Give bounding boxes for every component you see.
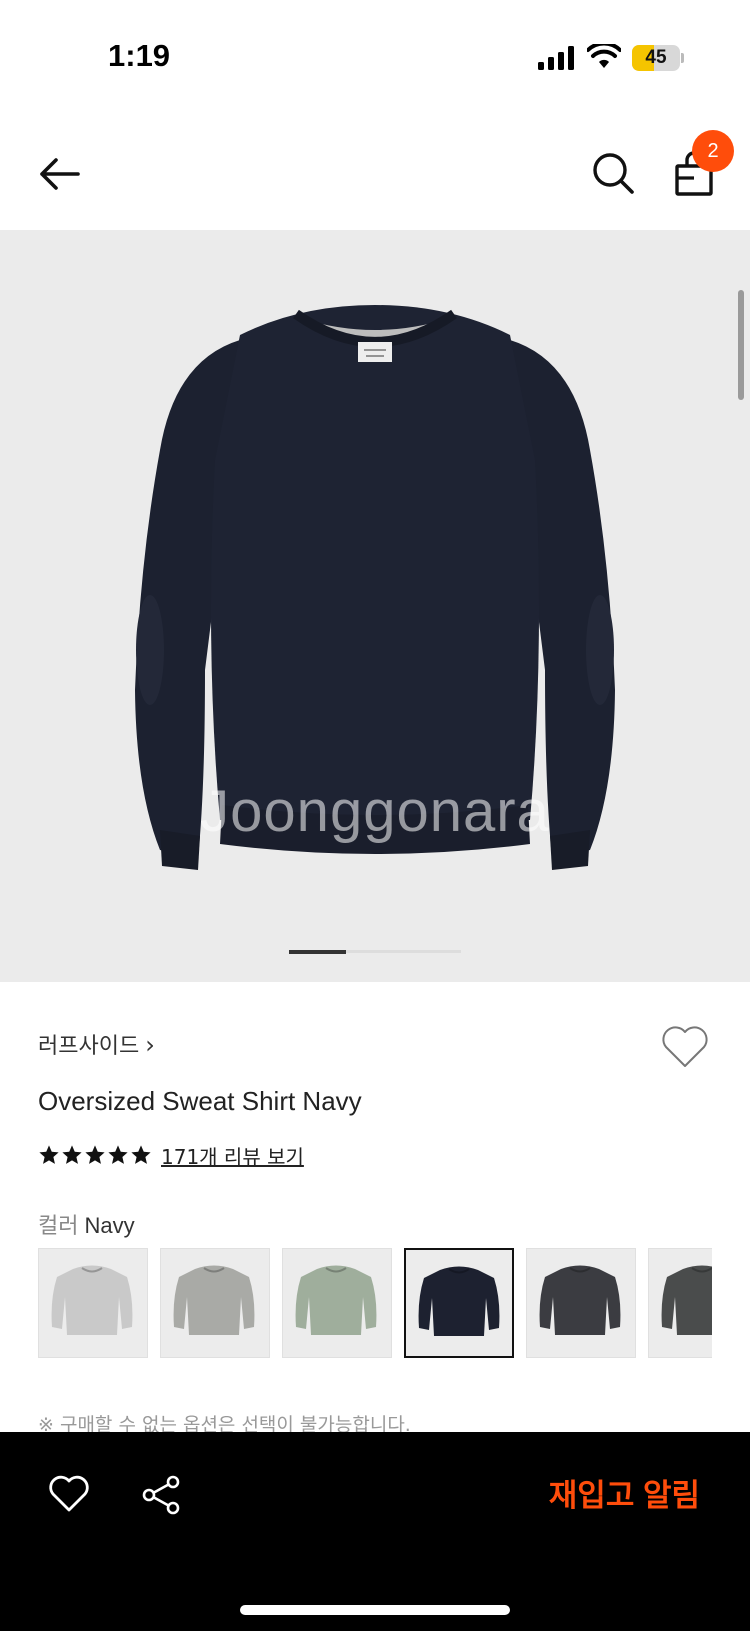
heart-outline-icon[interactable] xyxy=(660,1024,710,1070)
color-swatch[interactable] xyxy=(648,1248,712,1358)
product-title: Oversized Sweat Shirt Navy xyxy=(38,1086,362,1116)
brand-name: 러프사이드 xyxy=(38,1034,140,1059)
star-icon xyxy=(108,1145,128,1164)
review-link[interactable]: 171개 리뷰 보기 xyxy=(161,1141,304,1170)
cart-count-badge: 2 xyxy=(692,130,734,172)
star-icon xyxy=(131,1145,151,1164)
carousel-page-indicator xyxy=(289,950,461,954)
brand-link[interactable]: 러프사이드 › xyxy=(38,1028,155,1060)
color-label: 컬러 xyxy=(38,1214,79,1239)
color-swatch[interactable] xyxy=(404,1248,514,1358)
color-swatch[interactable] xyxy=(282,1248,392,1358)
page-scrollbar[interactable] xyxy=(738,290,744,400)
bottom-action-bar: 재입고 알림 xyxy=(0,1432,750,1631)
rating-stars xyxy=(38,1144,153,1166)
carousel-page-indicator-thumb xyxy=(289,950,347,954)
product-image xyxy=(135,305,615,870)
search-icon[interactable] xyxy=(590,150,636,196)
cellular-signal-icon xyxy=(538,46,574,70)
swatch-image xyxy=(539,1265,621,1335)
color-swatch[interactable] xyxy=(526,1248,636,1358)
color-swatch-list xyxy=(38,1248,712,1360)
swatch-image xyxy=(661,1265,712,1335)
star-icon xyxy=(62,1145,82,1164)
star-icon xyxy=(85,1145,105,1164)
restock-alert-button[interactable]: 재입고 알림 xyxy=(500,1466,700,1526)
arrow-left-icon[interactable] xyxy=(34,148,86,200)
color-option-label: 컬러 Navy xyxy=(38,1208,135,1240)
watermark: Joonggonara xyxy=(200,779,550,844)
status-bar: 1:19 45 xyxy=(0,0,750,110)
swatch-image xyxy=(173,1265,255,1335)
heart-outline-icon[interactable] xyxy=(48,1474,90,1514)
swatch-image xyxy=(295,1265,377,1335)
product-image-carousel[interactable]: Joonggonara xyxy=(0,230,750,982)
swatch-image xyxy=(51,1265,133,1335)
chevron-right-icon: › xyxy=(145,1031,155,1059)
rating-row: 171개 리뷰 보기 xyxy=(38,1141,304,1169)
color-swatch[interactable] xyxy=(160,1248,270,1358)
home-indicator xyxy=(240,1605,510,1615)
battery-indicator: 45 xyxy=(632,45,684,71)
star-icon xyxy=(39,1145,59,1164)
color-swatch[interactable] xyxy=(38,1248,148,1358)
battery-level: 45 xyxy=(645,47,667,68)
share-icon[interactable] xyxy=(140,1474,182,1516)
wifi-icon xyxy=(587,44,621,68)
swatch-image xyxy=(418,1266,500,1336)
status-time: 1:19 xyxy=(108,38,171,73)
selected-color: Navy xyxy=(84,1213,135,1238)
top-nav-bar xyxy=(0,120,750,230)
